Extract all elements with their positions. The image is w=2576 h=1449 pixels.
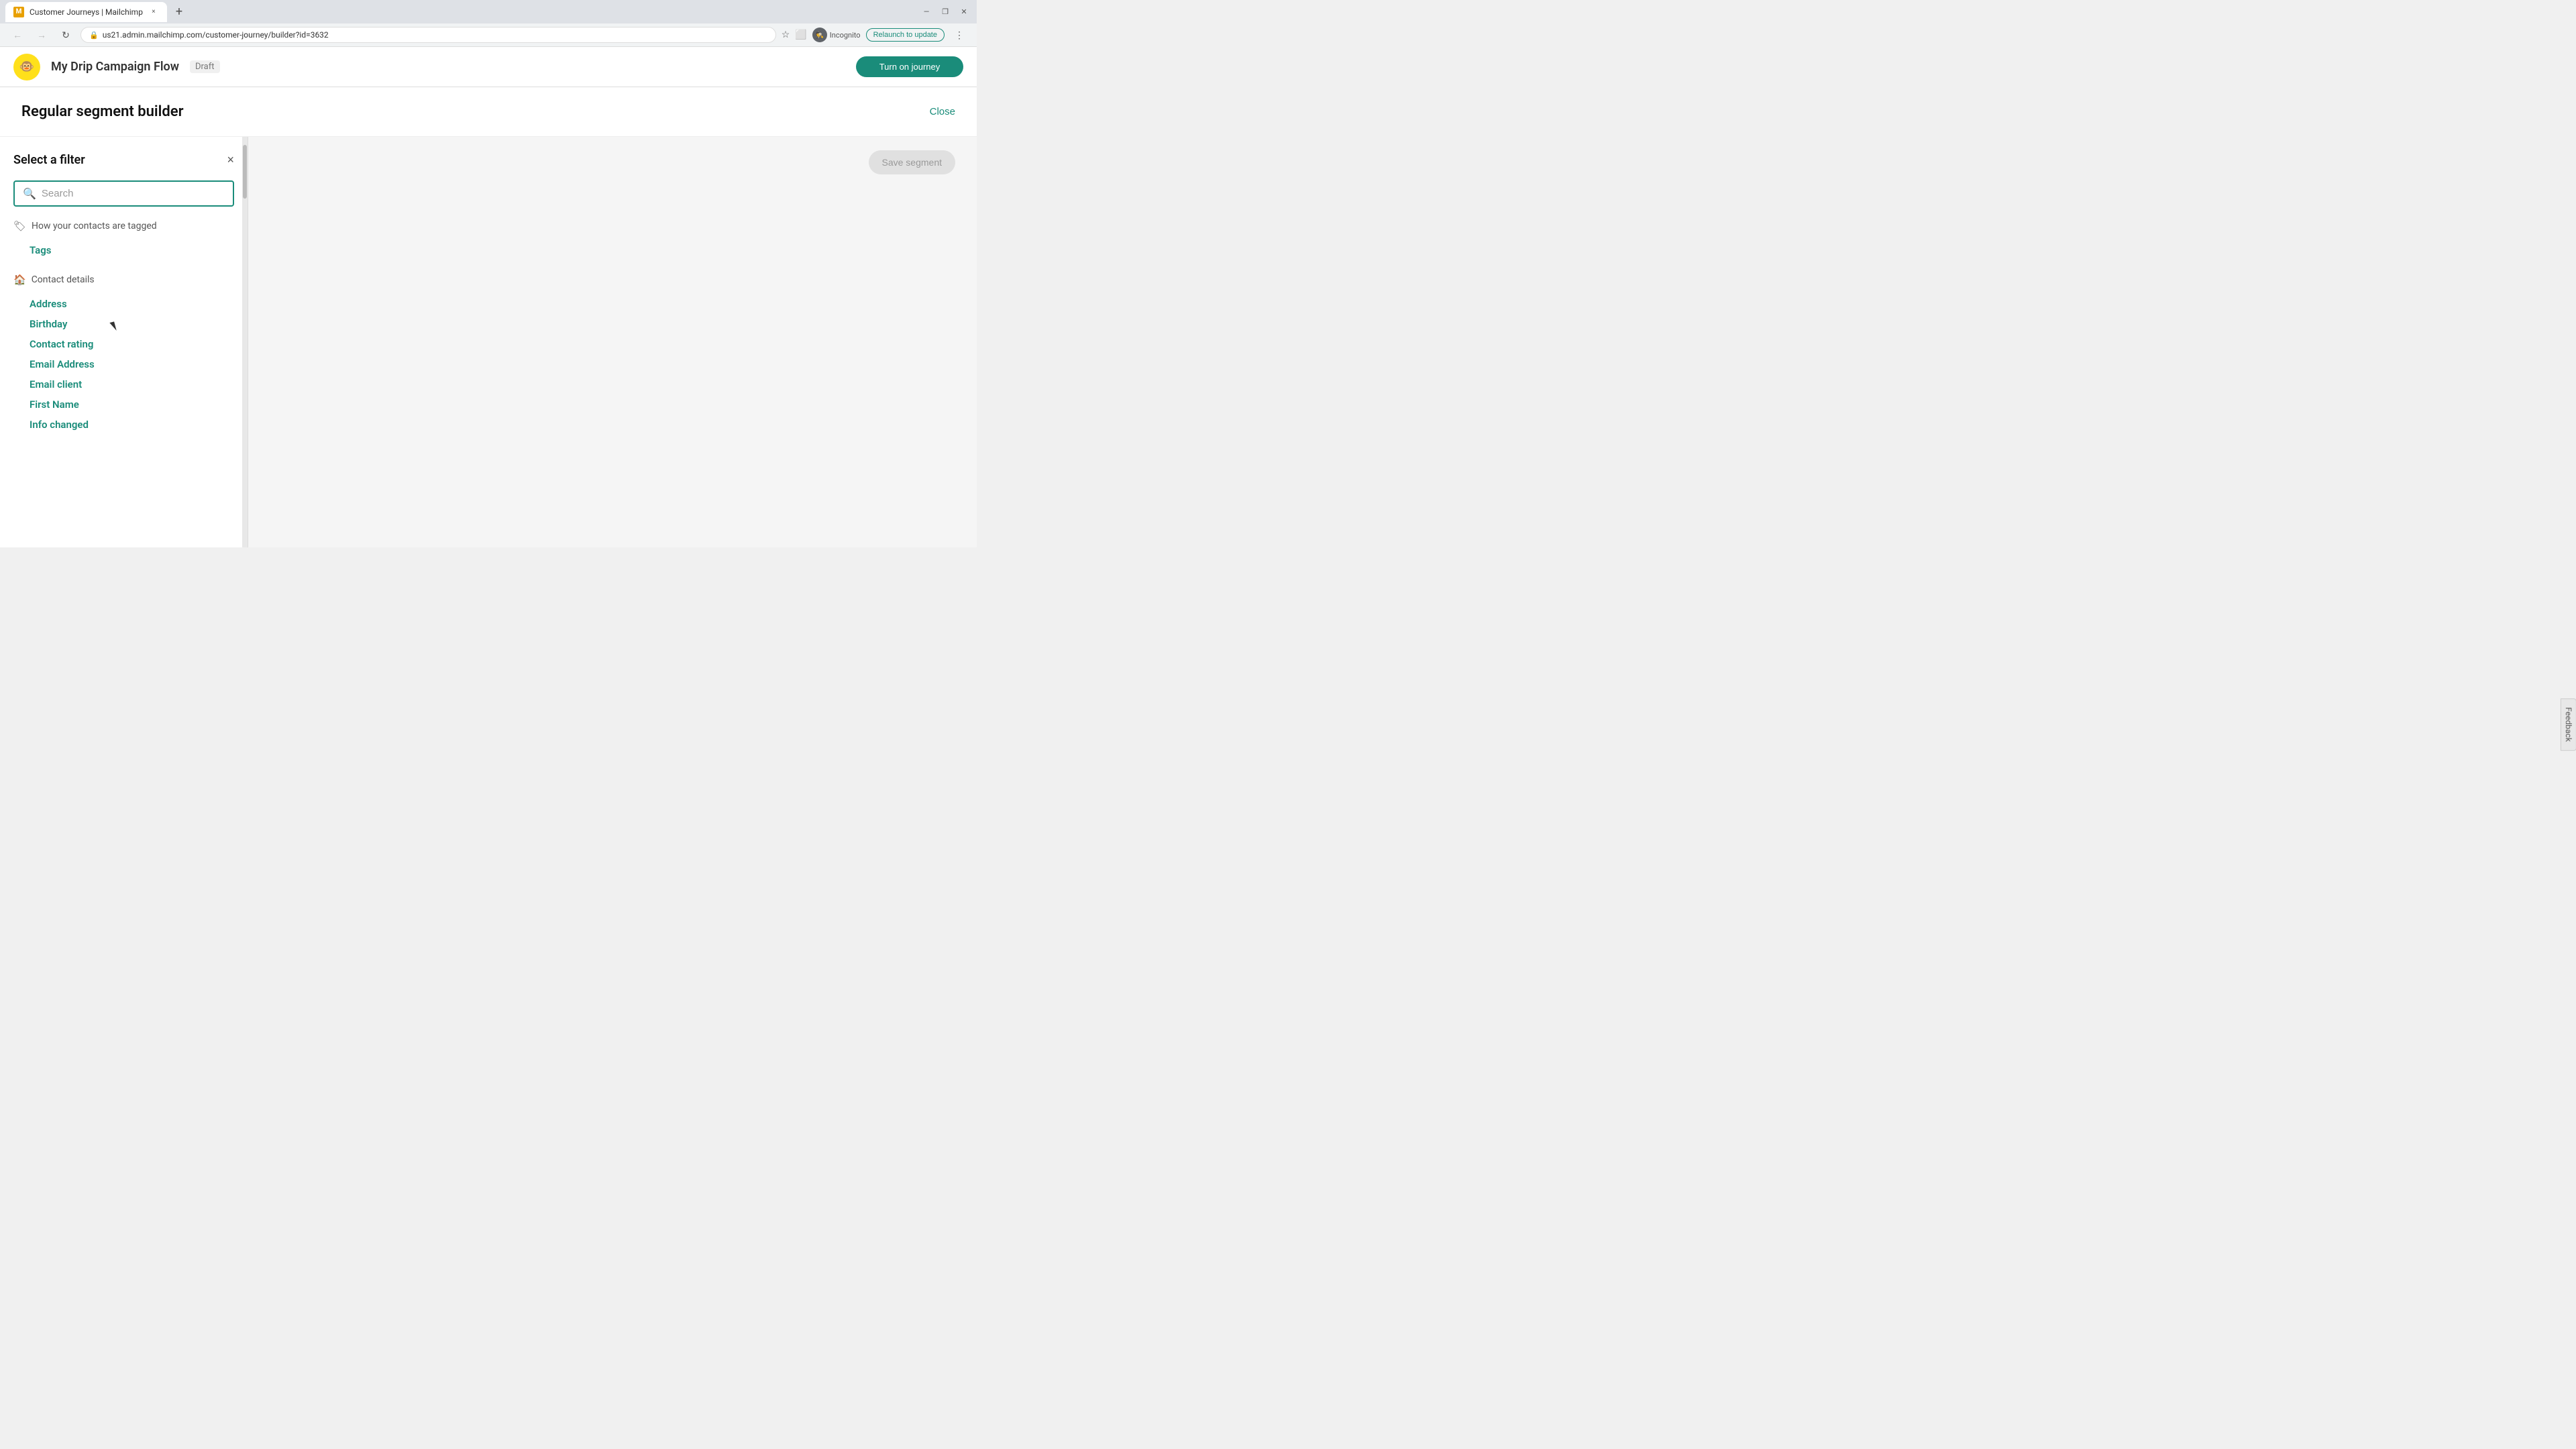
filter-header: Select a filter × <box>13 153 234 167</box>
filter-panel-title: Select a filter <box>13 153 85 167</box>
address-bar[interactable]: 🔒 us21.admin.mailchimp.com/customer-jour… <box>80 27 776 43</box>
save-segment-button[interactable]: Save segment <box>869 150 956 174</box>
tags-section-icon: 🏷 <box>13 220 26 232</box>
contact-details-header: 🏠 Contact details <box>13 274 234 286</box>
contact-details-section: 🏠 Contact details Address Birthday Conta… <box>13 274 234 435</box>
modal-body: Select a filter × 🔍 🏷 How your contacts … <box>0 137 977 547</box>
filter-panel-scrollbar[interactable] <box>242 137 248 547</box>
close-window-button[interactable]: ✕ <box>957 5 971 19</box>
refresh-button[interactable]: ↻ <box>56 25 75 44</box>
modal-close-button[interactable]: Close <box>930 106 955 117</box>
modal-title: Regular segment builder <box>21 103 184 120</box>
filter-item-birthday[interactable]: Birthday <box>13 314 234 334</box>
bookmark-icon[interactable]: ☆ <box>782 30 790 40</box>
app-area: 🐵 My Drip Campaign Flow Draft Turn on jo… <box>0 47 977 547</box>
search-icon: 🔍 <box>23 187 36 200</box>
tab-bar: M Customer Journeys | Mailchimp × + — ❐ … <box>0 0 977 23</box>
back-button[interactable]: ← <box>8 25 27 44</box>
filter-item-info-changed[interactable]: Info changed <box>13 415 234 435</box>
forward-button[interactable]: → <box>32 25 51 44</box>
search-input[interactable] <box>42 188 225 199</box>
tags-section-label: How your contacts are tagged <box>32 221 157 231</box>
app-header: 🐵 My Drip Campaign Flow Draft Turn on jo… <box>0 47 977 87</box>
filter-panel: Select a filter × 🔍 🏷 How your contacts … <box>0 137 248 547</box>
minimize-button[interactable]: — <box>919 5 934 19</box>
tags-section-header: 🏷 How your contacts are tagged <box>13 220 234 232</box>
browser-controls: ← → ↻ 🔒 us21.admin.mailchimp.com/custome… <box>0 23 977 46</box>
relaunch-button[interactable]: Relaunch to update <box>866 28 945 42</box>
active-tab[interactable]: M Customer Journeys | Mailchimp × <box>5 2 167 22</box>
filter-item-email-address[interactable]: Email Address <box>13 354 234 374</box>
more-options-button[interactable]: ⋮ <box>950 25 969 44</box>
new-tab-button[interactable]: + <box>170 3 189 21</box>
modal-header: Regular segment builder Close <box>0 87 977 137</box>
tab-favicon: M <box>13 7 24 17</box>
filter-item-email-client[interactable]: Email client <box>13 374 234 394</box>
filter-panel-close-button[interactable]: × <box>227 153 234 167</box>
url-text: us21.admin.mailchimp.com/customer-journe… <box>103 30 329 40</box>
scrollbar-thumb <box>243 145 247 199</box>
tags-filter-section: 🏷 How your contacts are tagged Tags <box>13 220 234 260</box>
draft-badge: Draft <box>190 60 220 73</box>
right-panel: Save segment <box>248 137 977 547</box>
publish-button[interactable]: Turn on journey <box>856 56 963 77</box>
header-actions: Turn on journey <box>856 56 963 77</box>
filter-item-first-name[interactable]: First Name <box>13 394 234 415</box>
tab-close-button[interactable]: × <box>148 7 159 17</box>
app-logo: 🐵 <box>13 54 40 80</box>
filter-item-contact-rating[interactable]: Contact rating <box>13 334 234 354</box>
incognito-area: 🕵 Incognito <box>812 28 861 42</box>
extensions-icon[interactable]: ⬜ <box>795 30 806 40</box>
restore-button[interactable]: ❐ <box>938 5 953 19</box>
filter-panel-inner: Select a filter × 🔍 🏷 How your contacts … <box>0 137 248 547</box>
segment-builder-modal: Regular segment builder Close Select a f… <box>0 87 977 547</box>
incognito-label: Incognito <box>830 31 861 40</box>
filter-item-address[interactable]: Address <box>13 294 234 314</box>
campaign-title: My Drip Campaign Flow <box>51 60 179 74</box>
browser-chrome: M Customer Journeys | Mailchimp × + — ❐ … <box>0 0 977 47</box>
search-box[interactable]: 🔍 <box>13 180 234 207</box>
filter-item-tags[interactable]: Tags <box>13 240 234 260</box>
tab-title: Customer Journeys | Mailchimp <box>30 7 143 17</box>
contact-details-label: Contact details <box>32 274 95 285</box>
incognito-icon: 🕵 <box>812 28 827 42</box>
contact-details-icon: 🏠 <box>13 274 26 286</box>
lock-icon: 🔒 <box>89 31 99 40</box>
